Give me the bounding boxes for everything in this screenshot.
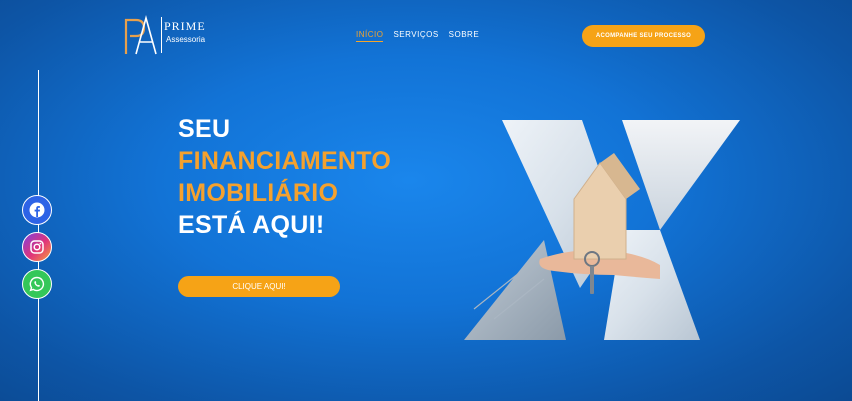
hero-x-image <box>464 120 740 340</box>
logo[interactable]: PRIME Assessoria <box>122 14 222 58</box>
logo-subtitle: Assessoria <box>166 35 206 44</box>
whatsapp-icon <box>29 276 45 292</box>
facebook-button[interactable] <box>22 195 52 225</box>
logo-divider <box>161 17 162 53</box>
logo-title: PRIME <box>164 19 206 33</box>
instagram-icon <box>30 240 44 254</box>
click-here-button[interactable]: CLIQUE AQUI! <box>178 276 340 297</box>
hero-line-2: FINANCIAMENTO <box>178 147 392 175</box>
nav-item-inicio[interactable]: INÍCIO <box>356 30 384 42</box>
track-process-button[interactable]: ACOMPANHE SEU PROCESSO <box>582 25 705 47</box>
key <box>590 266 594 294</box>
x-arm-top-right <box>622 120 740 230</box>
x-arm-bottom-left <box>464 240 566 340</box>
logo-monogram-icon <box>124 15 157 55</box>
hero-line-1: SEU <box>178 115 231 143</box>
nav-item-servicos[interactable]: SERVIÇOS <box>393 30 438 42</box>
facebook-icon <box>29 202 45 218</box>
instagram-button[interactable] <box>22 232 52 262</box>
whatsapp-button[interactable] <box>22 269 52 299</box>
hero-line-3: IMOBILIÁRIO <box>178 179 339 207</box>
nav-item-sobre[interactable]: SOBRE <box>449 30 480 42</box>
main-nav: INÍCIO SERVIÇOS SOBRE <box>356 30 479 42</box>
hero-headline: SEU FINANCIAMENTO IMOBILIÁRIO ESTÁ AQUI! <box>178 113 391 241</box>
hero-line-4: ESTÁ AQUI! <box>178 211 325 239</box>
